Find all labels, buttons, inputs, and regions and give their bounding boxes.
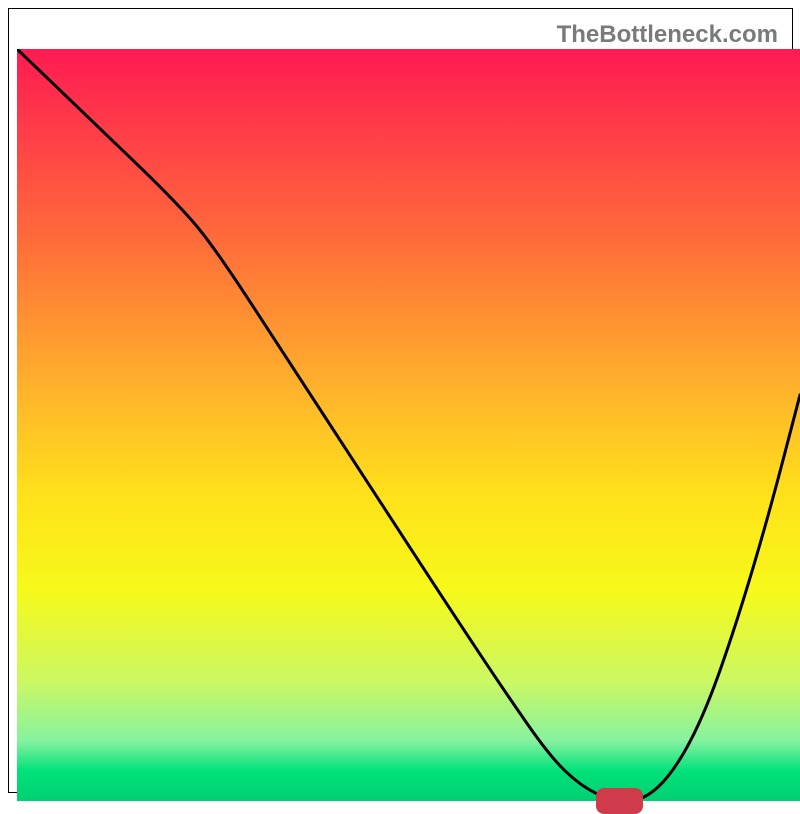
bottleneck-curve bbox=[17, 49, 800, 801]
chart-frame: TheBottleneck.com bbox=[8, 8, 793, 793]
chart-plot bbox=[17, 49, 800, 801]
watermark-label: TheBottleneck.com bbox=[557, 21, 778, 49]
optimal-marker bbox=[596, 788, 643, 813]
